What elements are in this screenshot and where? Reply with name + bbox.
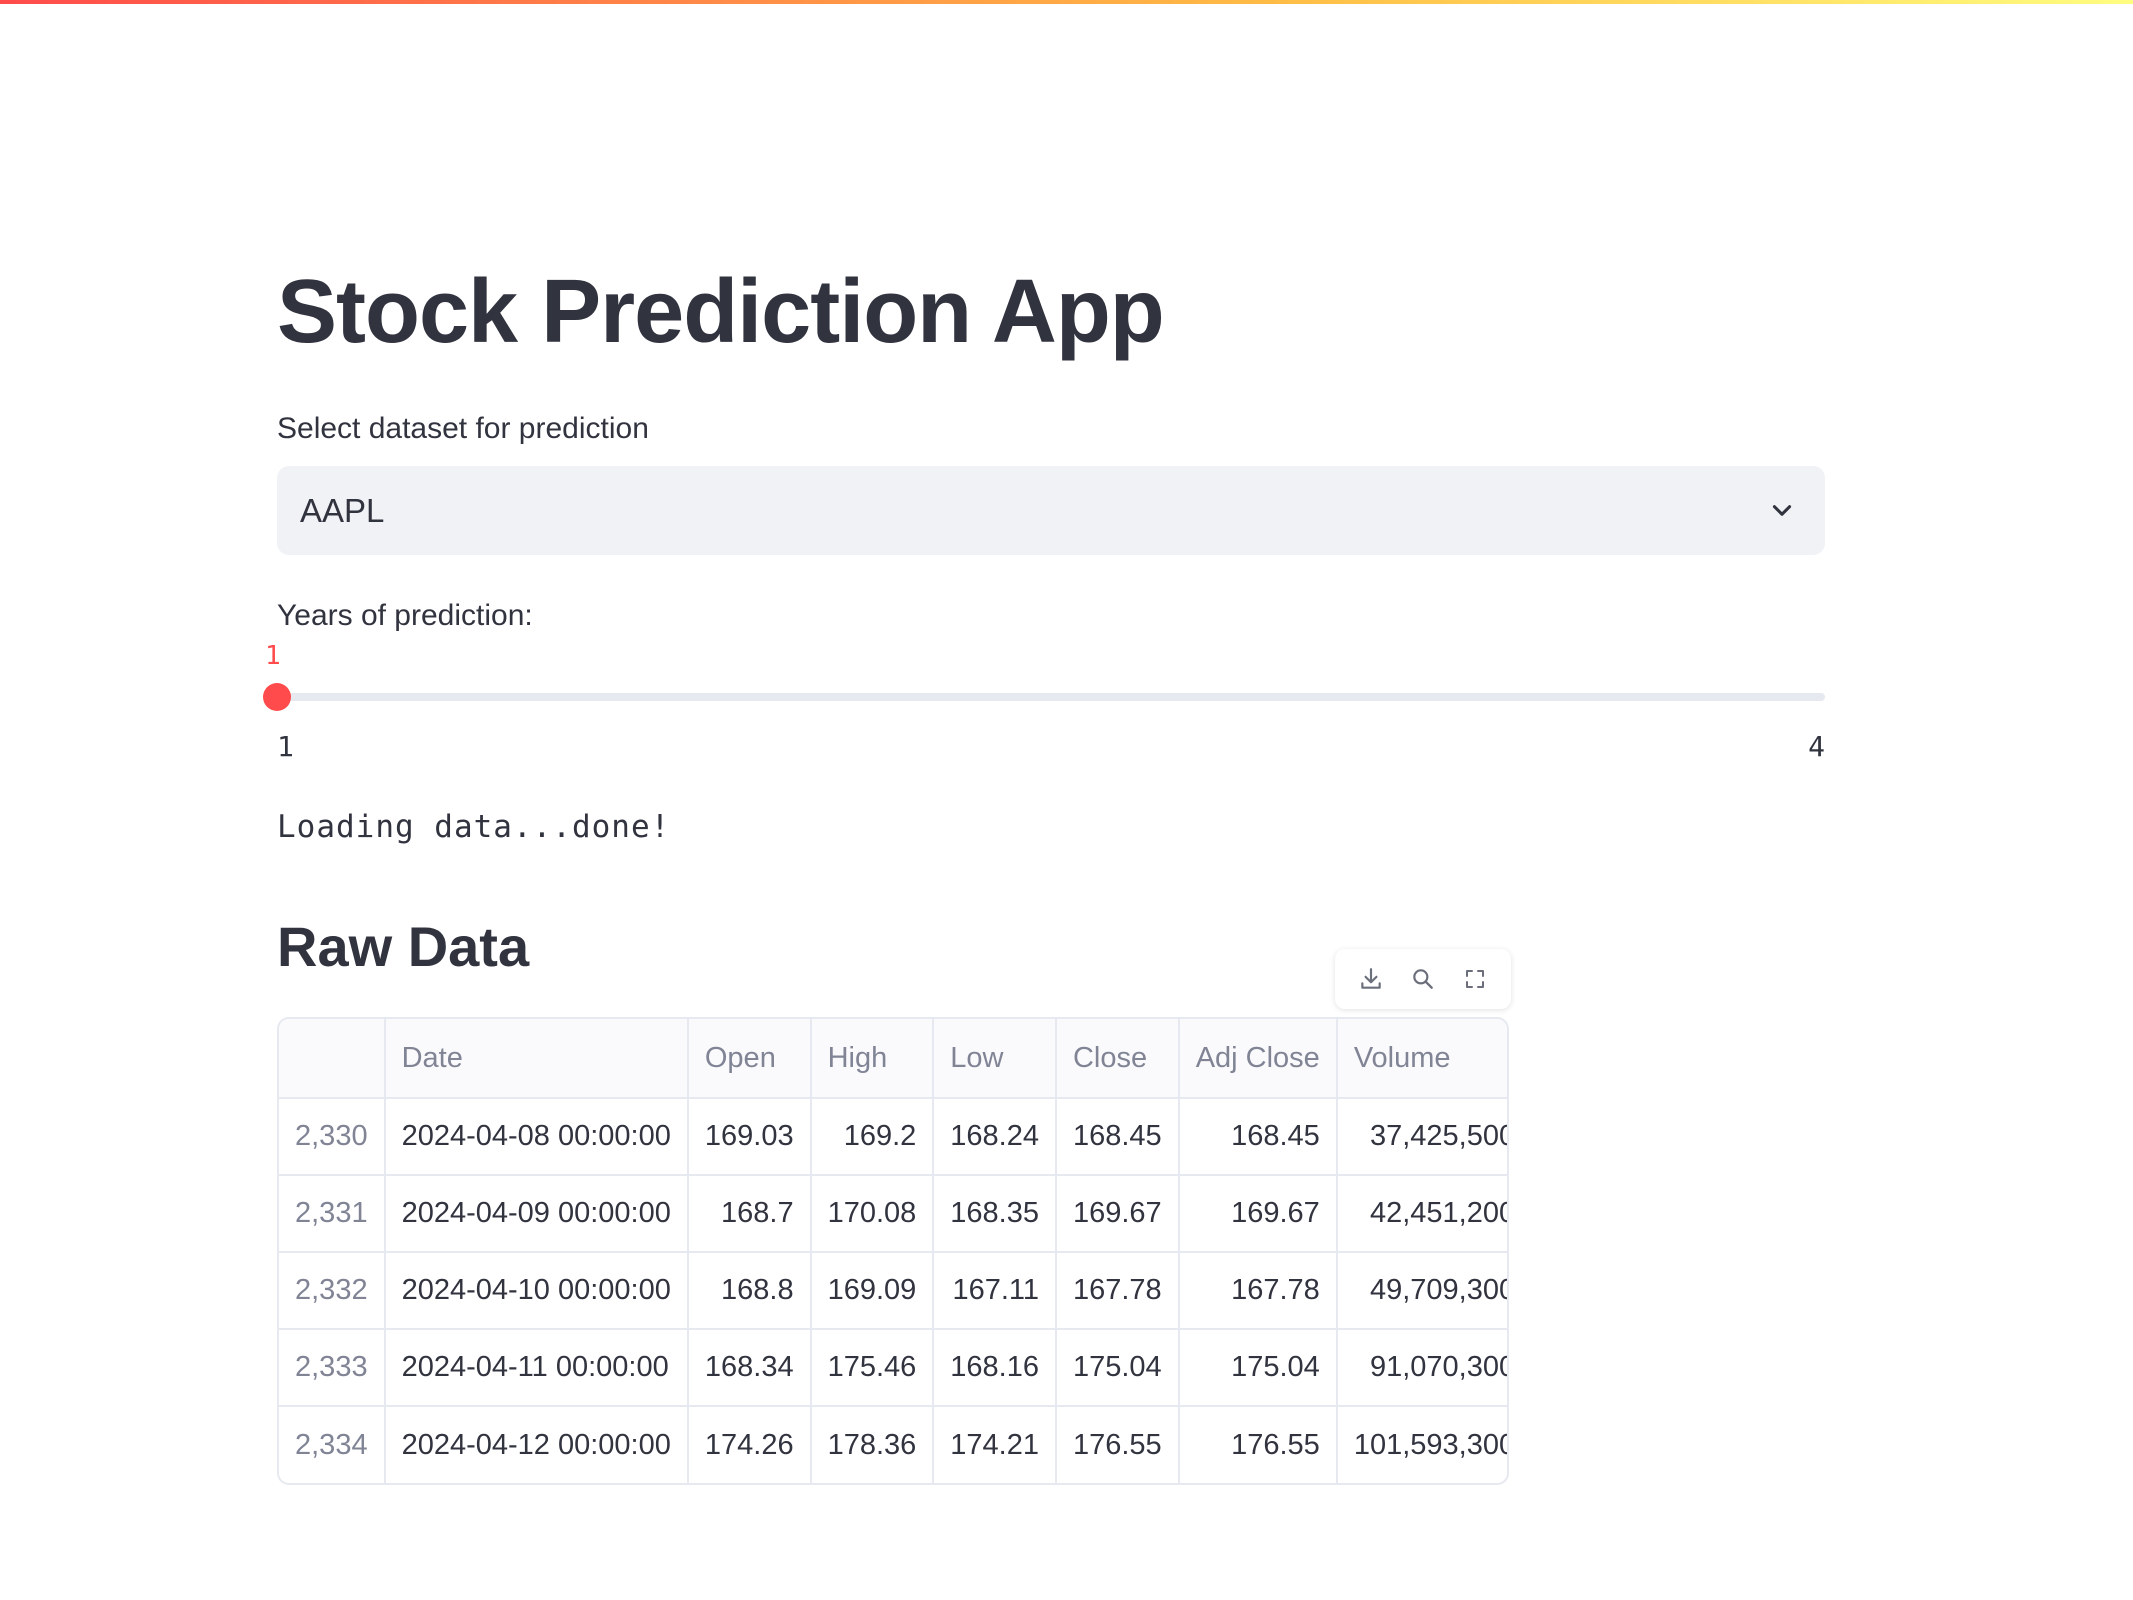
slider-min-label: 1	[277, 730, 294, 763]
raw-data-heading: Raw Data	[277, 915, 530, 978]
cell-volume[interactable]: 49,709,300	[1336, 1252, 1507, 1330]
cell-index[interactable]: 2,330	[279, 1098, 386, 1176]
cell-low[interactable]: 168.35	[933, 1175, 1057, 1253]
table-header-row: Date Open High Low Close Adj Close Volum…	[279, 1019, 1507, 1099]
search-icon[interactable]	[1407, 963, 1439, 995]
slider-max-label: 4	[1808, 730, 1825, 763]
table-row[interactable]: 2,331 2024-04-09 00:00:00 168.7 170.08 168.3…	[279, 1175, 1507, 1253]
cell-high[interactable]: 169.09	[810, 1252, 935, 1330]
cell-date[interactable]: 2024-04-12 00:00:00	[384, 1406, 689, 1483]
cell-index[interactable]: 2,334	[279, 1406, 386, 1483]
download-icon[interactable]	[1355, 963, 1387, 995]
cell-low[interactable]: 174.21	[933, 1406, 1057, 1483]
cell-close[interactable]: 167.78	[1055, 1252, 1180, 1330]
cell-date[interactable]: 2024-04-10 00:00:00	[384, 1252, 689, 1330]
cell-open[interactable]: 168.8	[687, 1252, 812, 1330]
slider-thumb[interactable]	[263, 683, 291, 711]
cell-high[interactable]: 169.2	[810, 1098, 935, 1176]
table-toolbar	[1335, 949, 1511, 1009]
cell-date[interactable]: 2024-04-09 00:00:00	[384, 1175, 689, 1253]
column-header-index[interactable]	[279, 1019, 386, 1099]
cell-volume[interactable]: 37,425,500	[1336, 1098, 1507, 1176]
cell-volume[interactable]: 42,451,200	[1336, 1175, 1507, 1253]
column-header-adj-close[interactable]: Adj Close	[1178, 1019, 1338, 1099]
cell-adj-close[interactable]: 168.45	[1178, 1098, 1338, 1176]
column-header-open[interactable]: Open	[687, 1019, 812, 1099]
years-slider[interactable]	[263, 683, 1825, 711]
cell-close[interactable]: 175.04	[1055, 1329, 1180, 1407]
page-title: Stock Prediction App	[277, 262, 1165, 362]
cell-high[interactable]: 170.08	[810, 1175, 935, 1253]
chevron-down-icon	[1769, 498, 1795, 524]
cell-low[interactable]: 168.24	[933, 1098, 1057, 1176]
cell-low[interactable]: 167.11	[933, 1252, 1057, 1330]
cell-volume[interactable]: 101,593,300	[1337, 1406, 1507, 1483]
years-slider-label: Years of prediction:	[277, 599, 533, 632]
cell-adj-close[interactable]: 175.04	[1178, 1329, 1338, 1407]
cell-index[interactable]: 2,331	[279, 1175, 386, 1253]
cell-open[interactable]: 168.7	[687, 1175, 812, 1253]
cell-index[interactable]: 2,332	[279, 1252, 386, 1330]
raw-data-table[interactable]: Date Open High Low Close Adj Close Volum…	[277, 1017, 1509, 1485]
cell-close[interactable]: 176.55	[1055, 1406, 1180, 1483]
table-row[interactable]: 2,332 2024-04-10 00:00:00 168.8 169.09 167.1…	[279, 1252, 1507, 1330]
column-header-low[interactable]: Low	[933, 1019, 1057, 1099]
table-row[interactable]: 2,330 2024-04-08 00:00:00 169.03 169.2 168.2…	[279, 1098, 1507, 1176]
cell-open[interactable]: 174.26	[687, 1406, 812, 1483]
table-row[interactable]: 2,333 2024-04-11 00:00:00 168.34 175.46 168.…	[279, 1329, 1507, 1407]
cell-close[interactable]: 168.45	[1055, 1098, 1180, 1176]
column-header-date[interactable]: Date	[384, 1019, 689, 1099]
cell-adj-close[interactable]: 169.67	[1178, 1175, 1338, 1253]
cell-low[interactable]: 168.16	[933, 1329, 1057, 1407]
cell-open[interactable]: 169.03	[687, 1098, 812, 1176]
dataset-select-label: Select dataset for prediction	[277, 412, 649, 445]
column-header-close[interactable]: Close	[1055, 1019, 1180, 1099]
column-header-volume[interactable]: Volume	[1336, 1019, 1507, 1099]
column-header-high[interactable]: High	[810, 1019, 935, 1099]
cell-date[interactable]: 2024-04-11 00:00:00	[384, 1329, 689, 1407]
cell-index[interactable]: 2,333	[279, 1329, 386, 1407]
cell-date[interactable]: 2024-04-08 00:00:00	[384, 1098, 689, 1176]
cell-volume[interactable]: 91,070,300	[1336, 1329, 1507, 1407]
cell-open[interactable]: 168.34	[687, 1329, 812, 1407]
cell-high[interactable]: 175.46	[810, 1329, 935, 1407]
loading-status: Loading data...done!	[277, 809, 671, 845]
fullscreen-icon[interactable]	[1459, 963, 1491, 995]
cell-close[interactable]: 169.67	[1055, 1175, 1180, 1253]
main-content: Stock Prediction App Select dataset for …	[263, 0, 1825, 1600]
slider-current-value: 1	[265, 641, 281, 671]
cell-adj-close[interactable]: 176.55	[1178, 1406, 1338, 1483]
cell-adj-close[interactable]: 167.78	[1178, 1252, 1338, 1330]
dataset-select-value: AAPL	[300, 491, 385, 529]
dataset-select[interactable]: AAPL	[277, 466, 1825, 555]
table-row[interactable]: 2,334 2024-04-12 00:00:00 174.26 178.36 174.…	[279, 1406, 1507, 1483]
cell-high[interactable]: 178.36	[810, 1406, 935, 1483]
